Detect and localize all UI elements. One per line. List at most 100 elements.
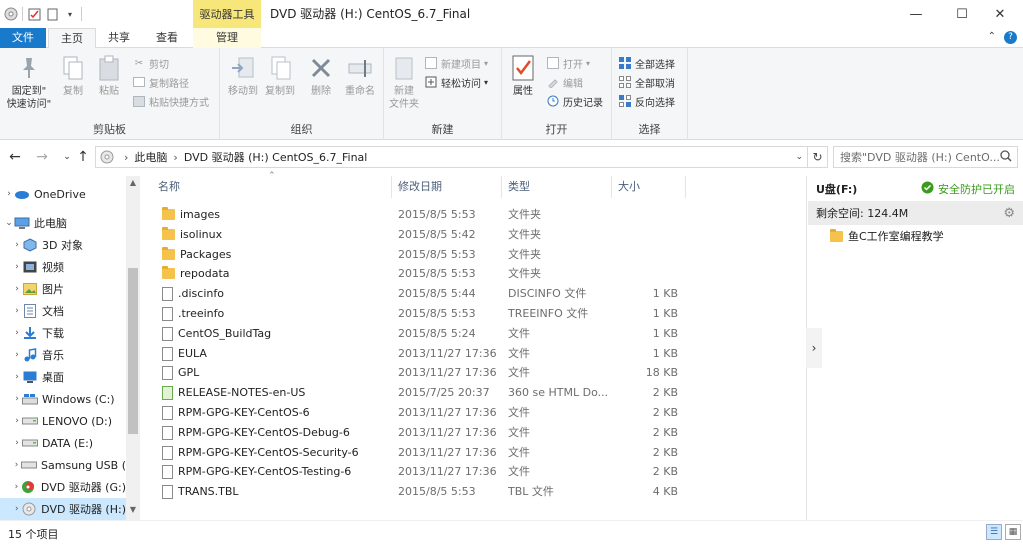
tab-file[interactable]: 文件	[0, 28, 46, 48]
file-row[interactable]: RPM-GPG-KEY-CentOS-Testing-6 2013/11/27 1…	[158, 462, 688, 481]
minimize-button[interactable]: —	[893, 0, 939, 28]
nav-item[interactable]: › DVD 驱动器 (G:)	[0, 476, 126, 498]
app-icon[interactable]	[4, 7, 18, 21]
move-to-button[interactable]: 移动到	[225, 54, 261, 98]
new-folder-button[interactable]: 新建 文件夹	[387, 54, 421, 111]
file-row[interactable]: GPL 2013/11/27 17:36 文件 18 KB	[158, 363, 688, 382]
tab-view[interactable]: 查看	[142, 28, 192, 48]
breadcrumb-pc[interactable]: 此电脑	[134, 149, 167, 165]
edit-button[interactable]: 编辑	[546, 73, 583, 91]
forward-button[interactable]: →	[33, 148, 51, 166]
column-header-name[interactable]: 名称	[152, 176, 392, 198]
delete-button[interactable]: 删除	[306, 54, 336, 98]
file-row[interactable]: CentOS_BuildTag 2015/8/5 5:24 文件 1 KB	[158, 324, 688, 343]
refresh-button[interactable]: ↻	[808, 146, 828, 168]
chevron-right-icon[interactable]: ›	[4, 189, 14, 199]
new-item-button[interactable]: 新建项目 ▾	[424, 54, 488, 72]
tab-share[interactable]: 共享	[96, 28, 142, 48]
chevron-right-icon[interactable]: ›	[12, 262, 22, 272]
chevron-right-icon[interactable]: ›	[12, 240, 22, 250]
chevron-right-icon[interactable]: ›	[12, 284, 22, 294]
cut-button[interactable]: ✂ 剪切	[132, 54, 169, 72]
nav-item[interactable]: › 图片	[0, 278, 126, 300]
chevron-right-icon[interactable]: ›	[12, 372, 22, 382]
column-header-size[interactable]: 大小	[612, 176, 686, 198]
preview-item[interactable]: 鱼C工作室编程教学	[830, 226, 944, 246]
history-button[interactable]: 历史记录	[546, 92, 603, 110]
nav-item[interactable]: › DATA (E:)	[0, 432, 126, 454]
chevron-up-icon[interactable]: ⌃	[988, 31, 996, 44]
chevron-down-icon[interactable]: ⌄	[4, 218, 14, 228]
chevron-right-icon[interactable]: ›	[12, 350, 22, 360]
breadcrumb-drive[interactable]: DVD 驱动器 (H:) CentOS_6.7_Final	[184, 149, 368, 165]
invert-selection-button[interactable]: 反向选择	[618, 92, 675, 110]
copy-to-button[interactable]: 复制到	[262, 54, 298, 98]
chevron-right-icon[interactable]: ›	[12, 328, 22, 338]
chevron-right-icon[interactable]: ›	[12, 460, 21, 470]
nav-item[interactable]: › 下载	[0, 322, 126, 344]
pin-quick-access-button[interactable]: 固定到" 快速访问"	[4, 54, 54, 111]
properties-button[interactable]: 属性	[506, 54, 540, 98]
nav-item[interactable]: › 桌面	[0, 366, 126, 388]
nav-item[interactable]: › 音乐	[0, 344, 126, 366]
large-icons-view-button[interactable]: ▦	[1005, 524, 1021, 540]
preview-collapse-button[interactable]: ›	[806, 328, 822, 368]
paste-shortcut-button[interactable]: 粘贴快捷方式	[132, 92, 209, 110]
copy-path-button[interactable]: 复制路径	[132, 73, 189, 91]
gear-icon[interactable]: ⚙	[1003, 206, 1015, 221]
tab-manage[interactable]: 管理	[193, 28, 261, 48]
nav-item[interactable]: › Windows (C:)	[0, 388, 126, 410]
chevron-right-icon[interactable]: ›	[12, 306, 22, 316]
rename-button[interactable]: 重命名	[340, 54, 380, 98]
file-row[interactable]: TRANS.TBL 2015/8/5 5:53 TBL 文件 4 KB	[158, 482, 688, 501]
file-row[interactable]: images 2015/8/5 5:53 文件夹	[158, 205, 688, 224]
easy-access-button[interactable]: 轻松访问 ▾	[424, 73, 488, 91]
up-button[interactable]: ↑	[74, 148, 92, 166]
nav-item[interactable]: › Samsung USB (	[0, 454, 126, 476]
file-row[interactable]: .treeinfo 2015/8/5 5:53 TREEINFO 文件 1 KB	[158, 304, 688, 323]
chevron-right-icon[interactable]: ›	[12, 416, 22, 426]
paste-button[interactable]: 粘贴	[92, 54, 126, 98]
help-icon[interactable]: ?	[1004, 31, 1017, 44]
chevron-right-icon[interactable]: ›	[12, 394, 22, 404]
new-folder-qat-icon[interactable]	[45, 7, 59, 21]
file-row[interactable]: repodata 2015/8/5 5:53 文件夹	[158, 264, 688, 283]
address-dropdown-icon[interactable]: ⌄	[795, 152, 803, 162]
file-row[interactable]: RELEASE-NOTES-en-US 2015/7/25 20:37 360 se…	[158, 383, 688, 402]
chevron-right-icon[interactable]: ›	[12, 504, 22, 514]
select-none-button[interactable]: 全部取消	[618, 73, 675, 91]
column-header-date[interactable]: 修改日期	[392, 176, 502, 198]
scroll-down-icon[interactable]: ▼	[128, 505, 138, 514]
security-status[interactable]: 安全防护已开启	[921, 181, 1015, 197]
file-row[interactable]: isolinux 2015/8/5 5:42 文件夹	[158, 225, 688, 244]
file-row[interactable]: Packages 2015/8/5 5:53 文件夹	[158, 245, 688, 264]
nav-item[interactable]: › LENOVO (D:)	[0, 410, 126, 432]
nav-item[interactable]: ⌄ 此电脑	[0, 212, 126, 234]
file-row[interactable]: .discinfo 2015/8/5 5:44 DISCINFO 文件 1 KB	[158, 284, 688, 303]
nav-item[interactable]: › 视频	[0, 256, 126, 278]
file-row[interactable]: EULA 2013/11/27 17:36 文件 1 KB	[158, 344, 688, 363]
chevron-right-icon[interactable]: ›	[12, 482, 21, 492]
select-all-button[interactable]: 全部选择	[618, 54, 675, 72]
address-bar[interactable]: › 此电脑 › DVD 驱动器 (H:) CentOS_6.7_Final ⌄	[95, 146, 808, 168]
file-row[interactable]: RPM-GPG-KEY-CentOS-Security-6 2013/11/27 …	[158, 443, 688, 462]
copy-button[interactable]: 复制	[56, 54, 90, 98]
properties-qat-icon[interactable]	[27, 7, 41, 21]
customize-qat-icon[interactable]: ▾	[63, 7, 77, 21]
details-view-button[interactable]: ☰	[986, 524, 1002, 540]
open-button[interactable]: 打开 ▾	[546, 54, 590, 72]
tab-home[interactable]: 主页	[48, 28, 96, 49]
back-button[interactable]: ←	[6, 148, 24, 166]
chevron-right-icon[interactable]: ›	[12, 438, 22, 448]
file-row[interactable]: RPM-GPG-KEY-CentOS-6 2013/11/27 17:36 文件 2 …	[158, 403, 688, 422]
column-header-type[interactable]: 类型	[502, 176, 612, 198]
nav-item[interactable]: › 3D 对象	[0, 234, 126, 256]
nav-item[interactable]: › DVD 驱动器 (H:)	[0, 498, 126, 520]
close-button[interactable]: ✕	[977, 0, 1023, 28]
nav-scrollbar-thumb[interactable]	[128, 268, 138, 434]
nav-item[interactable]: › 文档	[0, 300, 126, 322]
file-row[interactable]: RPM-GPG-KEY-CentOS-Debug-6 2013/11/27 17:…	[158, 423, 688, 442]
nav-item[interactable]: › OneDrive	[0, 183, 126, 205]
scroll-up-icon[interactable]: ▲	[126, 178, 140, 187]
search-input[interactable]: 搜索"DVD 驱动器 (H:) CentO...	[833, 146, 1018, 168]
